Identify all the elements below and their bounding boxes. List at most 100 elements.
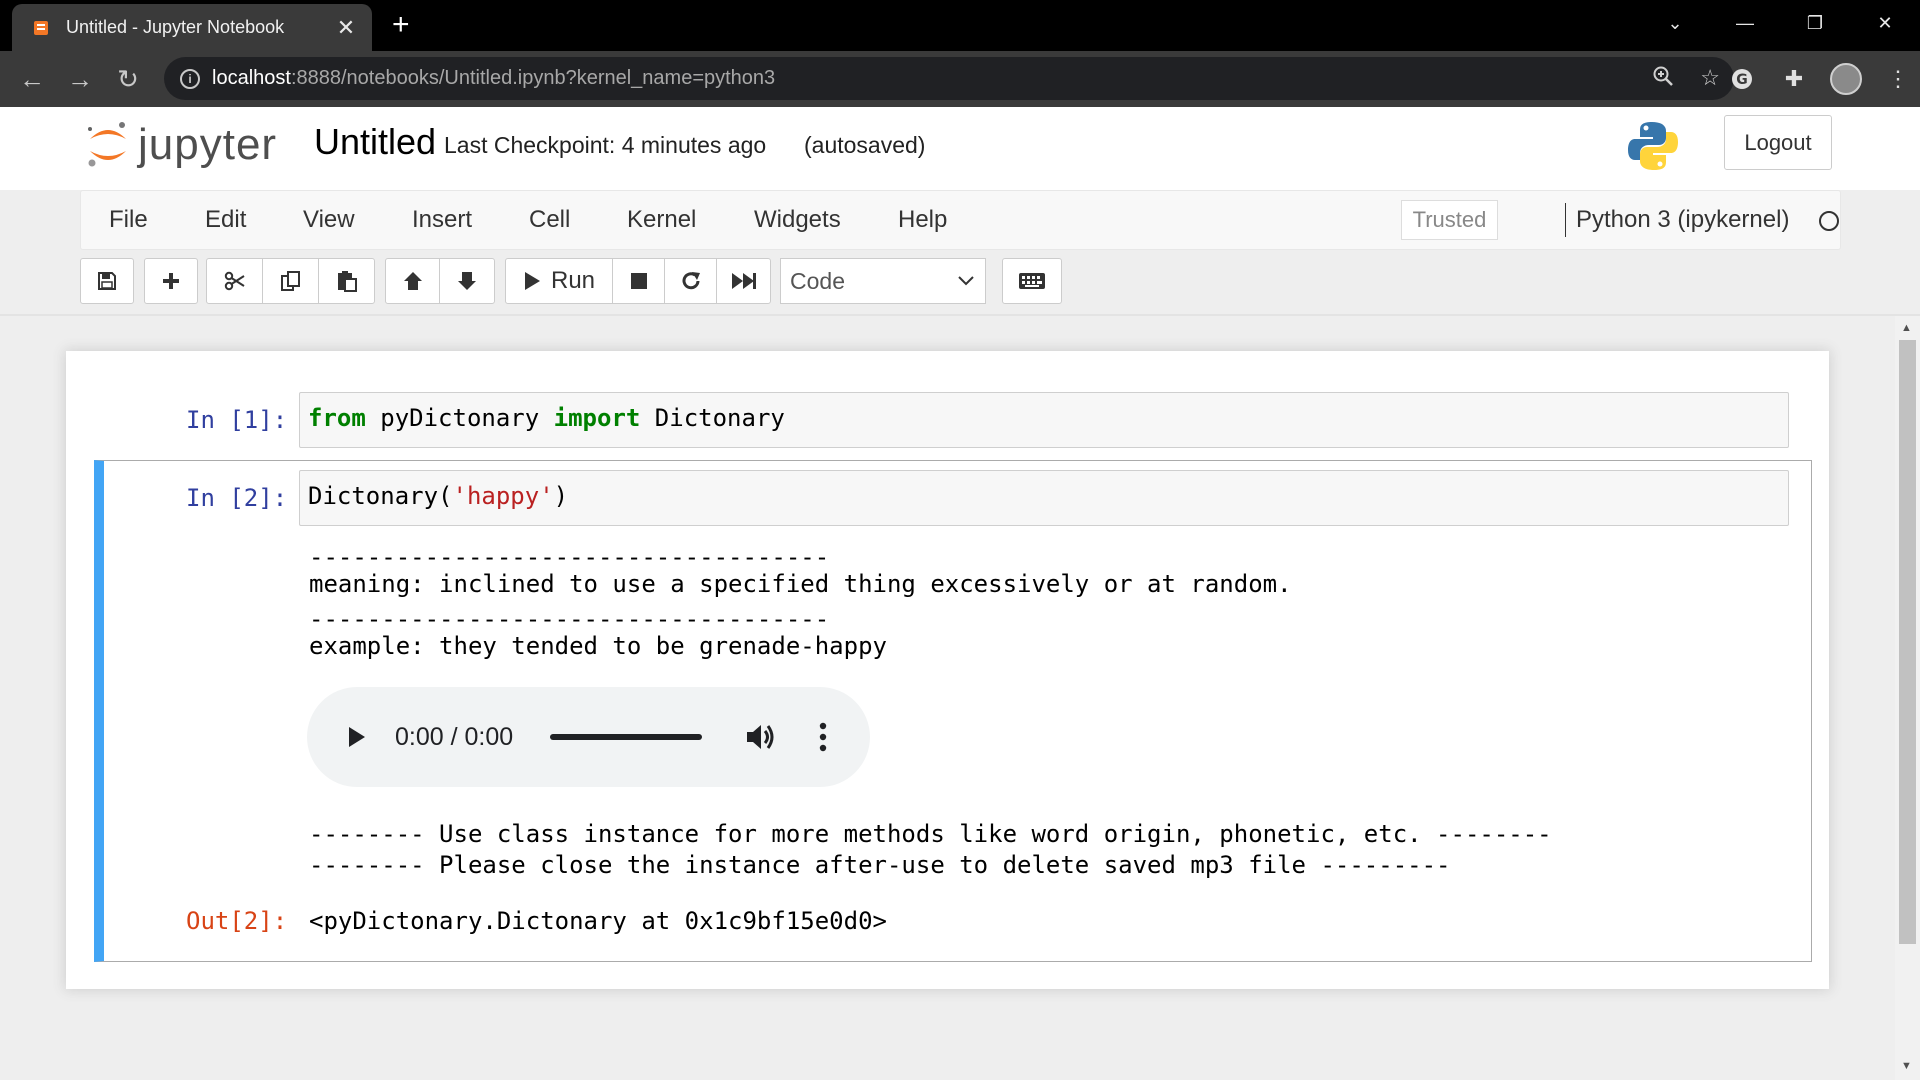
jupyter-wordmark: jupyter (138, 120, 278, 169)
notebook-name[interactable]: Untitled (314, 121, 436, 163)
fast-forward-icon (731, 273, 756, 289)
extension-g-icon[interactable]: G (1726, 63, 1758, 95)
run-label: Run (550, 267, 596, 294)
cut-button[interactable] (206, 258, 263, 304)
trusted-indicator[interactable]: Trusted (1401, 200, 1498, 240)
string-token: 'happy' (452, 482, 554, 510)
browser-menu-icon[interactable]: ⋮ (1882, 63, 1914, 95)
autosave-status: (autosaved) (804, 132, 926, 158)
tab-title: Untitled - Jupyter Notebook (66, 17, 285, 37)
scroll-up-icon[interactable]: ▲ (1901, 322, 1912, 334)
arrow-up-icon (403, 272, 422, 290)
paste-button[interactable] (318, 258, 375, 304)
close-window-icon[interactable]: ✕ (1850, 0, 1920, 46)
kernel-divider (1565, 203, 1566, 237)
menu-file[interactable]: File (109, 206, 148, 234)
stdout-line: -------- Use class instance for more met… (309, 820, 1552, 848)
new-tab-button[interactable]: + (392, 10, 410, 40)
volume-icon[interactable] (745, 722, 777, 752)
forward-arrow-icon[interactable]: → (64, 63, 96, 95)
paste-icon (337, 271, 357, 292)
cell-type-select[interactable]: Code (780, 258, 986, 304)
window-controls: ⌄ — ❐ ✕ (1640, 0, 1920, 46)
tab-search-icon[interactable]: ⌄ (1640, 0, 1710, 46)
stop-icon (630, 273, 647, 289)
run-button[interactable]: Run (505, 258, 613, 304)
kernel-idle-icon (1819, 211, 1839, 231)
menu-view[interactable]: View (303, 206, 355, 234)
url-field[interactable]: i localhost:8888/notebooks/Untitled.ipyn… (164, 57, 1734, 100)
more-options-icon[interactable] (819, 721, 827, 753)
command-palette-button[interactable] (1002, 258, 1062, 304)
insert-cell-button[interactable] (144, 258, 198, 304)
header-divider (0, 314, 1920, 316)
code-line: Dictonary('happy') (308, 482, 568, 510)
menu-cell[interactable]: Cell (529, 206, 570, 234)
code-token: Dictonary (640, 404, 785, 432)
scroll-down-icon[interactable]: ▼ (1901, 1060, 1912, 1072)
execution-result: <pyDictonary.Dictonary at 0x1c9bf15e0d0> (309, 907, 887, 935)
logout-button[interactable]: Logout (1724, 115, 1832, 170)
input-prompt: In [2]: (186, 484, 288, 512)
zoom-icon[interactable] (1652, 65, 1674, 93)
menu-help[interactable]: Help (898, 206, 947, 234)
move-up-button[interactable] (385, 258, 440, 304)
play-icon[interactable] (347, 725, 367, 749)
restart-icon (682, 272, 700, 290)
code-token: ) (553, 482, 569, 510)
code-token: Dictonary( (308, 482, 453, 510)
scissors-icon (224, 271, 245, 291)
play-icon (524, 272, 540, 290)
restart-button[interactable] (664, 258, 717, 304)
menu-kernel[interactable]: Kernel (627, 206, 696, 234)
restart-run-all-button[interactable] (716, 258, 771, 304)
tab-close-icon[interactable]: ✕ (334, 15, 358, 41)
bookmark-star-icon[interactable]: ☆ (1700, 65, 1720, 93)
kernel-name[interactable]: Python 3 (ipykernel) (1576, 206, 1789, 234)
audio-player[interactable]: 0:00 / 0:00 (307, 687, 870, 787)
move-down-button[interactable] (439, 258, 495, 304)
site-info-icon[interactable]: i (180, 68, 200, 89)
reload-icon[interactable]: ↻ (112, 63, 144, 95)
profile-avatar[interactable] (1830, 63, 1862, 95)
keyword-token: from (308, 404, 366, 432)
url-host: localhost (212, 67, 291, 89)
address-bar-row: ← → ↻ i localhost:8888/notebooks/Untitle… (0, 51, 1920, 107)
scrollbar-thumb[interactable] (1899, 340, 1916, 944)
audio-seek-bar[interactable] (550, 734, 702, 740)
interrupt-button[interactable] (612, 258, 665, 304)
chevron-down-icon (958, 276, 974, 286)
output-prompt: Out[2]: (186, 907, 288, 935)
notebook-header: jupyter Untitled Last Checkpoint: 4 minu… (0, 107, 1920, 190)
stdout-line: ------------------------------------ (309, 543, 830, 571)
arrow-down-icon (458, 272, 476, 290)
copy-button[interactable] (262, 258, 319, 304)
jupyter-logo[interactable]: jupyter (86, 119, 277, 171)
jupyter-favicon-icon (34, 20, 48, 35)
stdout-line: ------------------------------------ (309, 605, 830, 633)
code-editor[interactable]: from pyDictonary import Dictonary (299, 392, 1789, 448)
copy-icon (280, 271, 300, 291)
browser-tab[interactable]: Untitled - Jupyter Notebook ✕ (12, 4, 372, 51)
menu-bar: File Edit View Insert Cell Kernel Widget… (80, 190, 1841, 250)
url-path: :8888/notebooks/Untitled.ipynb?kernel_na… (290, 67, 776, 89)
save-icon (98, 272, 116, 290)
back-arrow-icon[interactable]: ← (16, 63, 48, 95)
cell-type-value: Code (790, 267, 845, 294)
code-line: from pyDictonary import Dictonary (308, 404, 785, 432)
minimize-icon[interactable]: — (1710, 0, 1780, 46)
plus-icon (163, 273, 179, 289)
browser-tab-strip: Untitled - Jupyter Notebook ✕ + ⌄ — ❐ ✕ (0, 0, 1920, 51)
keyboard-icon (1019, 273, 1045, 289)
jupyter-orbit-icon (88, 122, 126, 167)
extensions-puzzle-icon[interactable]: ✚ (1778, 63, 1810, 95)
svg-text:G: G (1736, 72, 1748, 88)
menu-edit[interactable]: Edit (205, 206, 246, 234)
restore-icon[interactable]: ❐ (1780, 0, 1850, 46)
checkpoint-status: Last Checkpoint: 4 minutes ago (444, 132, 767, 158)
menu-insert[interactable]: Insert (412, 206, 472, 234)
save-button[interactable] (80, 258, 134, 304)
stdout-line: example: they tended to be grenade-happy (309, 632, 887, 660)
code-editor[interactable]: Dictonary('happy') (299, 470, 1789, 526)
menu-widgets[interactable]: Widgets (754, 206, 841, 234)
